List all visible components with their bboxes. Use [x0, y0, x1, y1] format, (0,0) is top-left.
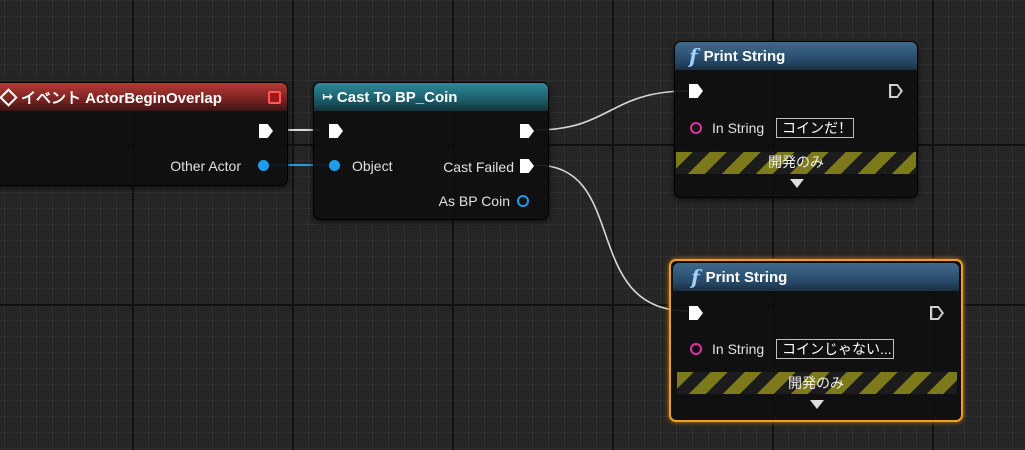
expand-arrow-icon[interactable] [810, 400, 824, 409]
cast-arrow-icon: ↦ [322, 89, 333, 104]
as-bp-coin-pin[interactable] [517, 195, 529, 207]
pin-label-in-string: In String [712, 120, 765, 136]
print-node-2-title: Print String [705, 268, 788, 286]
development-only-label: 開発のみ [768, 154, 824, 170]
cast-node-title: Cast To BP_Coin [336, 88, 458, 106]
exec-in-pin[interactable] [329, 124, 343, 138]
in-string-input[interactable]: コインだ！ [776, 118, 854, 138]
event-node-actor-begin-overlap[interactable]: イベント ActorBeginOverlap Other Actor [0, 82, 288, 186]
exec-in-pin[interactable] [689, 306, 703, 320]
pin-label-as-bp-coin: As BP Coin [438, 193, 510, 209]
pin-label-in-string: In String [712, 341, 765, 357]
event-node-header[interactable]: イベント ActorBeginOverlap [0, 83, 287, 111]
print-string-node-1[interactable]: f Print String In String コインだ！ 開発のみ [674, 41, 918, 198]
exec-out-pin[interactable] [889, 84, 903, 98]
object-pin[interactable] [329, 160, 340, 171]
diamond-icon [0, 87, 18, 107]
exec-out-pin[interactable] [520, 124, 534, 138]
pin-label-other-actor: Other Actor [170, 158, 241, 174]
in-string-input[interactable]: コインじゃない... [776, 339, 894, 359]
print-node-1-header[interactable]: f Print String [675, 42, 917, 70]
other-actor-pin[interactable] [258, 160, 269, 171]
event-node-title: イベント ActorBeginOverlap [21, 89, 222, 107]
cast-node-bp-coin[interactable]: ↦ Cast To BP_Coin Object Cast Failed As … [313, 82, 549, 220]
print-node-2-header[interactable]: f Print String [673, 263, 959, 291]
development-only-label: 開発のみ [788, 375, 844, 391]
pin-label-object: Object [352, 158, 393, 174]
pin-label-cast-failed: Cast Failed [443, 159, 514, 175]
stop-icon [268, 91, 281, 104]
in-string-pin[interactable] [690, 343, 702, 355]
function-icon: f [689, 44, 698, 68]
exec-out-pin[interactable] [930, 306, 944, 320]
function-icon: f [691, 265, 700, 289]
in-string-pin[interactable] [690, 122, 702, 134]
exec-out-pin[interactable] [259, 124, 273, 138]
expand-arrow-icon[interactable] [790, 179, 804, 188]
print-node-1-title: Print String [703, 47, 786, 65]
exec-in-pin[interactable] [689, 84, 703, 98]
print-string-node-2[interactable]: f Print String In String コインじゃない... 開発のみ [669, 259, 963, 422]
exec-wire-cast-to-print1 [535, 90, 689, 131]
exec-wire-castfailed-to-print2 [535, 164, 689, 312]
cast-node-header[interactable]: ↦ Cast To BP_Coin [314, 83, 548, 111]
cast-failed-exec-pin[interactable] [520, 159, 534, 173]
